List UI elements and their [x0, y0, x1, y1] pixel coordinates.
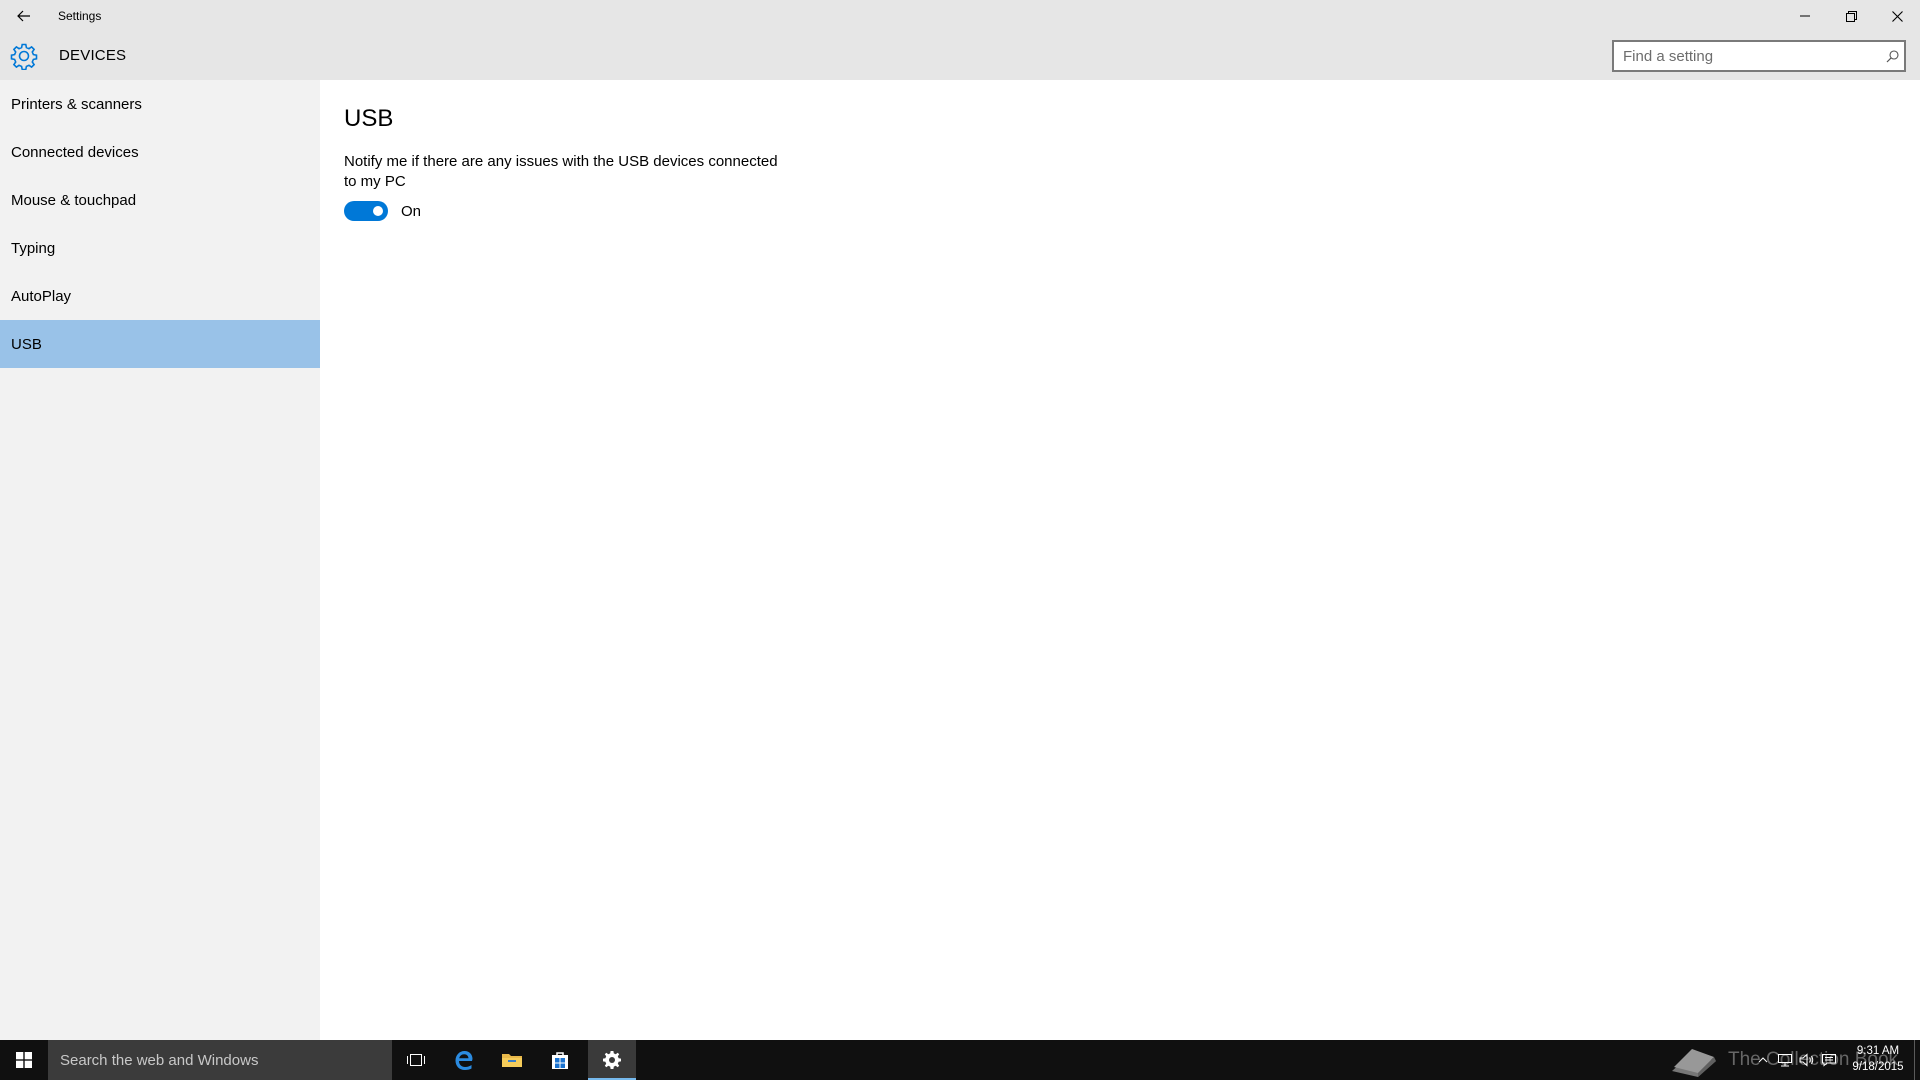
back-button[interactable] [0, 0, 48, 32]
restore-icon [1845, 10, 1857, 22]
title-bar: Settings [0, 0, 1920, 32]
notify-description: Notify me if there are any issues with t… [344, 153, 778, 190]
book-icon [1672, 1049, 1716, 1077]
start-button[interactable] [0, 1040, 48, 1080]
settings-taskbar-button[interactable] [588, 1040, 636, 1080]
windows-logo-icon [16, 1052, 32, 1068]
sidebar-item-label: AutoPlay [11, 287, 72, 305]
sidebar-item-usb[interactable]: USB [0, 320, 320, 368]
sidebar-item-label: USB [11, 335, 42, 353]
sidebar-item-label: Mouse & touchpad [11, 191, 137, 209]
sidebar-item-printers-scanners[interactable]: Printers & scanners [0, 80, 320, 128]
show-hidden-icons-button[interactable] [1752, 1040, 1774, 1080]
volume-button[interactable] [1796, 1040, 1818, 1080]
gear-icon [10, 43, 38, 70]
back-arrow-icon [17, 10, 30, 22]
task-view-button[interactable] [392, 1040, 440, 1080]
file-explorer-taskbar-button[interactable] [488, 1040, 536, 1080]
find-setting-search[interactable] [1612, 40, 1906, 72]
sidebar-item-mouse-touchpad[interactable]: Mouse & touchpad [0, 176, 320, 224]
minimize-button[interactable] [1782, 0, 1828, 32]
sidebar-item-typing[interactable]: Typing [0, 224, 320, 272]
notify-toggle-row: On [344, 201, 421, 221]
action-center-button[interactable] [1818, 1040, 1840, 1080]
task-view-icon [407, 1054, 425, 1066]
close-button[interactable] [1874, 0, 1920, 32]
gear-icon [603, 1051, 621, 1069]
sidebar-item-label: Printers & scanners [11, 95, 142, 113]
window-controls [1782, 0, 1920, 32]
main-content: USB Notify me if there are any issues wi… [320, 80, 1920, 1040]
minimize-icon [1800, 15, 1810, 17]
edge-taskbar-button[interactable] [440, 1040, 488, 1080]
folder-icon [502, 1054, 522, 1067]
sidebar-item-label: Typing [11, 239, 56, 257]
page-title: DEVICES [59, 47, 127, 64]
network-icon [1778, 1054, 1792, 1067]
close-icon [1891, 10, 1903, 22]
store-taskbar-button[interactable] [536, 1040, 584, 1080]
show-desktop-button[interactable] [1914, 1040, 1920, 1080]
notify-toggle-switch[interactable] [344, 201, 388, 221]
taskbar-search-placeholder: Search the web and Windows [60, 1051, 259, 1069]
section-title: USB [344, 105, 394, 132]
notification-icon [1822, 1054, 1836, 1067]
edge-icon [455, 1051, 473, 1070]
sidebar: Printers & scanners Connected devices Mo… [0, 80, 320, 1040]
sidebar-item-connected-devices[interactable]: Connected devices [0, 128, 320, 176]
sidebar-item-autoplay[interactable]: AutoPlay [0, 272, 320, 320]
chevron-up-icon [1758, 1057, 1768, 1063]
network-button[interactable] [1774, 1040, 1796, 1080]
restore-button[interactable] [1828, 0, 1874, 32]
search-icon[interactable] [1880, 44, 1904, 68]
window-title: Settings [58, 9, 102, 23]
taskbar-search-box[interactable]: Search the web and Windows [48, 1040, 392, 1080]
toggle-state-label: On [401, 202, 422, 220]
clock-date: 9/18/2015 [1852, 1061, 1904, 1073]
settings-header: DEVICES [0, 32, 1920, 80]
sidebar-item-label: Connected devices [11, 143, 139, 161]
toggle-knob [373, 206, 383, 216]
speaker-icon [1799, 1053, 1814, 1067]
clock-time: 9:31 AM [1856, 1045, 1900, 1057]
taskbar: Search the web and Windows The Collectio… [0, 1040, 1920, 1080]
taskbar-clock[interactable]: 9:31 AM 9/18/2015 [1848, 1043, 1908, 1075]
store-icon [552, 1052, 568, 1069]
search-input[interactable] [1614, 42, 1880, 70]
system-tray [1752, 1040, 1840, 1080]
